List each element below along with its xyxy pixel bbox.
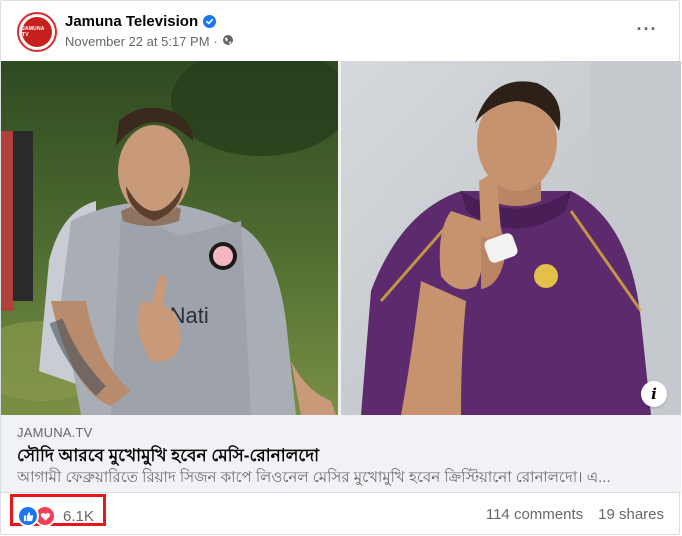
post-meta: November 22 at 5:17 PM · bbox=[65, 34, 234, 49]
link-preview[interactable]: JAMUNA.TV সৌদি আরবে মুখোমুখি হবেন মেসি-র… bbox=[1, 415, 681, 493]
more-options-icon: ··· bbox=[636, 18, 658, 39]
engagement-stats: 114 comments 19 shares bbox=[486, 506, 664, 523]
like-reaction-icon bbox=[17, 505, 39, 527]
meta-separator: · bbox=[213, 34, 218, 49]
page-name-link[interactable]: Jamuna Television bbox=[65, 13, 198, 30]
globe-icon bbox=[222, 34, 234, 49]
ronaldo-photo bbox=[341, 61, 681, 415]
link-domain: JAMUNA.TV bbox=[17, 425, 93, 440]
page-name-row: Jamuna Television bbox=[65, 13, 217, 30]
shares-count[interactable]: 19 shares bbox=[598, 506, 664, 523]
post-card: JAMUNA TV Jamuna Television November 22 … bbox=[0, 0, 681, 535]
comments-count[interactable]: 114 comments bbox=[486, 506, 583, 523]
avatar-logo: JAMUNA TV bbox=[22, 17, 52, 47]
link-description: আগামী ফেব্রুয়ারিতে রিয়াদ সিজন কাপে লিও… bbox=[17, 469, 611, 486]
reaction-icons bbox=[17, 505, 56, 527]
more-options-button[interactable]: ··· bbox=[633, 17, 661, 41]
info-icon: i bbox=[651, 385, 657, 403]
messi-photo: utoNati bbox=[1, 61, 338, 415]
verified-badge-icon bbox=[203, 15, 217, 28]
page-avatar[interactable]: JAMUNA TV bbox=[17, 12, 57, 52]
post-header: JAMUNA TV Jamuna Television November 22 … bbox=[1, 1, 681, 61]
link-preview-image[interactable]: utoNati bbox=[1, 61, 681, 415]
post-timestamp[interactable]: November 22 at 5:17 PM bbox=[65, 34, 210, 49]
info-button[interactable]: i bbox=[641, 381, 667, 407]
